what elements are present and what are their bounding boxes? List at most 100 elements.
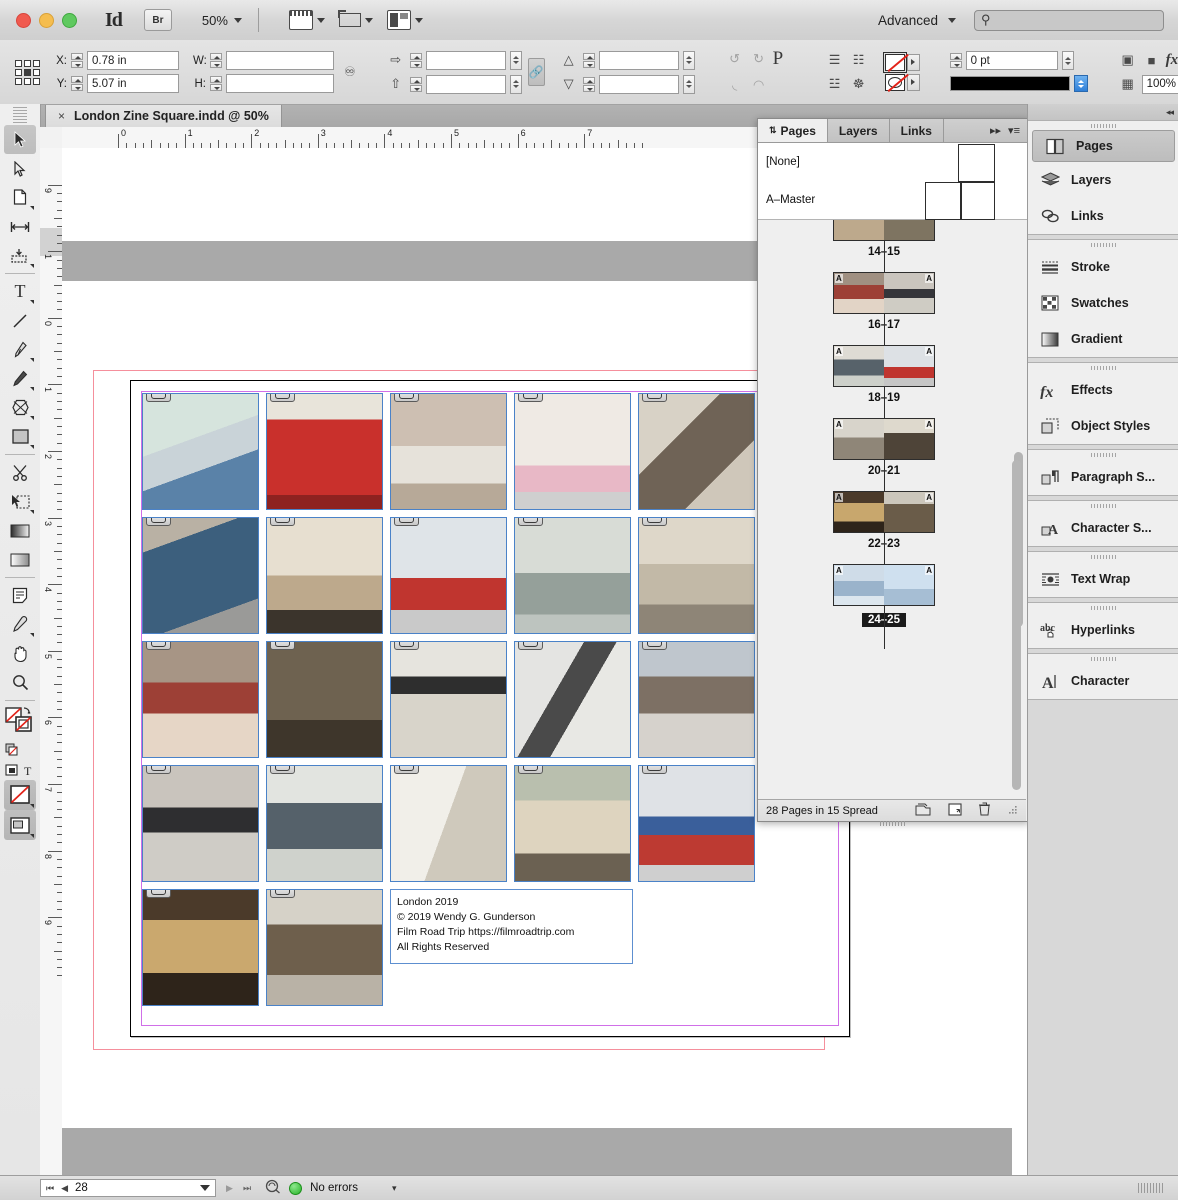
document-page[interactable]: London 2019 © 2019 Wendy G. Gunderson Film… — [130, 380, 850, 1037]
spread-item[interactable]: AA20–21 — [758, 396, 1010, 499]
spread-thumbnail[interactable]: AA — [833, 418, 935, 460]
direct-selection-tool[interactable] — [4, 154, 36, 183]
master-page-thumbnail[interactable] — [958, 144, 995, 182]
photo-frame[interactable] — [390, 641, 507, 758]
note-tool[interactable] — [4, 581, 36, 610]
page-thumbnail-right[interactable]: A — [884, 273, 934, 313]
content-collector-tool[interactable] — [4, 241, 36, 270]
reference-point-selector[interactable] — [15, 59, 40, 85]
dock-group-grip[interactable] — [1028, 363, 1178, 372]
ref-point[interactable] — [33, 77, 40, 85]
copyright-text-frame[interactable]: London 2019 © 2019 Wendy G. Gunderson Film… — [390, 889, 633, 964]
spread-thumbnail[interactable]: AA — [833, 491, 935, 533]
flip-vertical-icon[interactable]: ◠ — [749, 75, 769, 95]
dock-item-effects[interactable]: fx Effects — [1028, 372, 1178, 408]
photo-frame[interactable] — [514, 393, 631, 510]
link-badge-icon[interactable] — [394, 394, 419, 402]
rectangle-tool[interactable] — [4, 422, 36, 451]
link-badge-icon[interactable] — [146, 642, 171, 650]
link-badge-icon[interactable] — [270, 518, 295, 526]
distribute-right-icon[interactable]: ☸ — [849, 74, 869, 94]
first-page-button[interactable]: ⏮ — [46, 1183, 54, 1194]
default-fill-stroke-icons[interactable] — [4, 740, 36, 760]
shear-updown[interactable] — [682, 50, 695, 70]
stroke-style-preview[interactable] — [949, 76, 1070, 91]
dock-group-grip[interactable] — [1028, 552, 1178, 561]
photo-frame[interactable] — [142, 517, 259, 634]
panel-resize-grip[interactable] — [1007, 804, 1018, 818]
panel-bottom-grip[interactable] — [880, 821, 906, 826]
photo-frame[interactable] — [142, 393, 259, 510]
document-tab[interactable]: × London Zine Square.indd @ 50% — [45, 105, 282, 127]
page-thumbnail-left[interactable]: A — [834, 565, 884, 605]
hand-tool[interactable] — [4, 639, 36, 668]
ref-point[interactable] — [33, 68, 40, 76]
dock-group-grip[interactable] — [1028, 603, 1178, 612]
link-badge-icon[interactable] — [394, 518, 419, 526]
frame-fitting-icon[interactable]: ▣ — [1118, 50, 1138, 70]
dock-item-character[interactable]: A Character — [1028, 663, 1178, 699]
formatting-affects-icons[interactable]: T — [4, 760, 36, 780]
workspace-switcher[interactable]: Advanced — [878, 13, 956, 28]
page-thumbnail-left[interactable]: A — [834, 419, 884, 459]
link-badge-icon[interactable] — [518, 766, 543, 774]
link-badge-icon[interactable] — [394, 766, 419, 774]
dock-group-grip[interactable] — [1028, 654, 1178, 663]
ruler-origin-corner[interactable] — [40, 127, 63, 149]
maximize-window-button[interactable] — [62, 12, 77, 28]
page-thumbnail-left[interactable]: A — [834, 346, 884, 386]
photo-frame[interactable] — [142, 765, 259, 882]
page-thumbnail-right[interactable]: A — [884, 220, 934, 240]
fill-swatch-none[interactable] — [882, 51, 907, 73]
link-badge-icon[interactable] — [394, 642, 419, 650]
status-bar-resize-grip[interactable] — [1138, 1183, 1164, 1193]
link-badge-icon[interactable] — [642, 518, 667, 526]
gradient-feather-tool[interactable] — [4, 545, 36, 574]
page-thumbnail-left[interactable]: A — [834, 220, 884, 240]
page-thumbnail-right[interactable]: A — [884, 346, 934, 386]
ref-point[interactable] — [24, 59, 31, 67]
y-stepper[interactable] — [71, 76, 83, 91]
page-tool[interactable] — [4, 183, 36, 212]
ref-point[interactable] — [15, 68, 22, 76]
dock-group-grip[interactable] — [1028, 450, 1178, 459]
dock-item-object-styles[interactable]: Object Styles — [1028, 408, 1178, 444]
dock-item-paragraph-s[interactable]: Paragraph S... — [1028, 459, 1178, 495]
photo-frame[interactable] — [266, 765, 383, 882]
drop-shadow-icon[interactable]: ■ — [1142, 50, 1162, 70]
fill-stroke-proxy[interactable] — [4, 704, 36, 740]
link-badge-icon[interactable] — [642, 394, 667, 402]
master-page-row[interactable]: [None] — [758, 143, 1028, 182]
photo-frame[interactable] — [514, 517, 631, 634]
link-badge-icon[interactable] — [518, 642, 543, 650]
minimize-window-button[interactable] — [39, 12, 54, 28]
rotate-field[interactable] — [598, 74, 679, 94]
spread-item[interactable]: AA24–25 — [758, 542, 1010, 649]
page-number-field[interactable]: 28 — [75, 1182, 133, 1194]
canvas-vertical-scrollbar[interactable] — [1012, 460, 1021, 790]
link-badge-icon[interactable] — [146, 394, 171, 402]
scale-x-field[interactable] — [425, 50, 506, 70]
h-field[interactable] — [226, 74, 334, 93]
y-field[interactable]: 5.07 in — [87, 74, 179, 93]
dock-item-hyperlinks[interactable]: abc Hyperlinks — [1028, 612, 1178, 648]
h-stepper[interactable] — [210, 76, 222, 91]
link-badge-icon[interactable] — [146, 766, 171, 774]
shear-field[interactable] — [598, 50, 679, 70]
ref-point[interactable] — [33, 59, 40, 67]
page-dropdown-icon[interactable] — [200, 1185, 211, 1191]
apply-none-button[interactable] — [4, 780, 36, 810]
dock-item-layers[interactable]: Layers — [1028, 162, 1178, 198]
toolbox-grip[interactable] — [13, 107, 27, 123]
scale-y-field[interactable] — [425, 74, 506, 94]
pages-panel[interactable]: ⇅ Pages Layers Links ▸▸ ▾≡ [None] A–Master A… — [757, 118, 1029, 826]
pages-panel-tab-links[interactable]: Links — [890, 119, 944, 142]
link-badge-icon[interactable] — [146, 518, 171, 526]
fx-icon[interactable]: fx. — [1166, 52, 1178, 69]
ref-point[interactable] — [24, 77, 31, 85]
page-thumbnail-right[interactable]: A — [884, 492, 934, 532]
dock-item-swatches[interactable]: Swatches — [1028, 285, 1178, 321]
photo-frame[interactable] — [638, 393, 755, 510]
master-page-thumbnail[interactable] — [925, 182, 995, 220]
align-top-icon[interactable]: ☰ — [825, 50, 845, 70]
